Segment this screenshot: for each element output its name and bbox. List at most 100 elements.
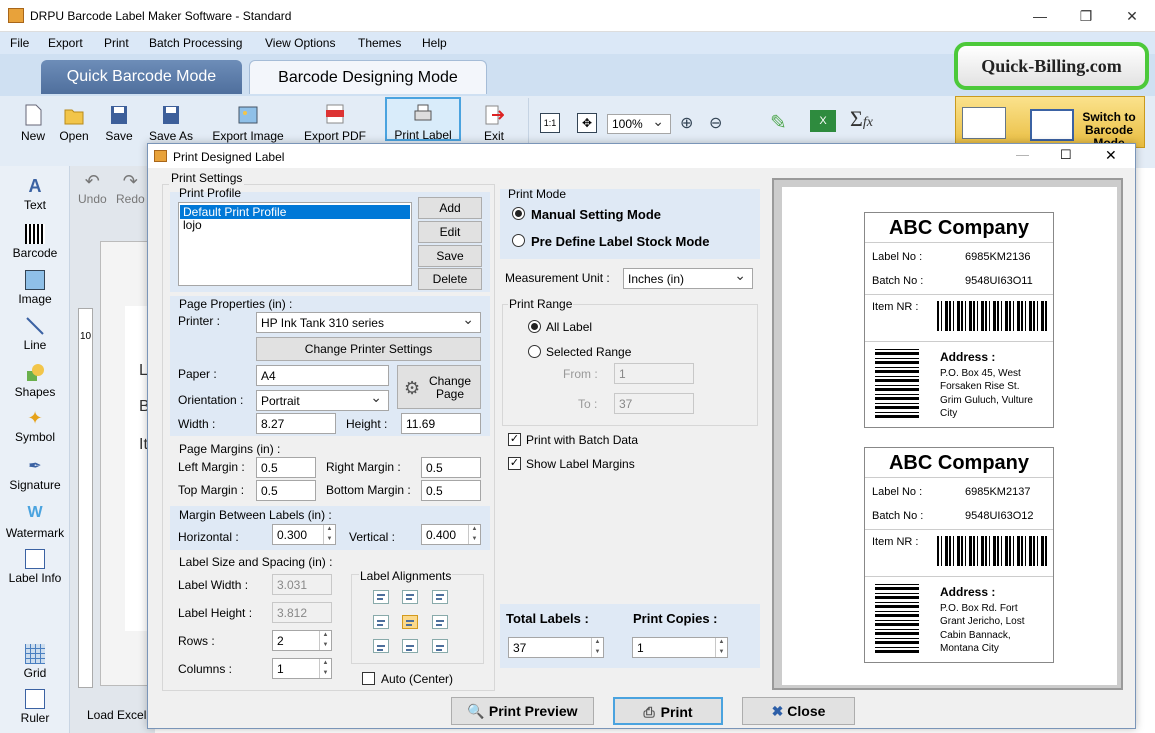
save-as-button[interactable]: Save As (144, 100, 198, 144)
horizontal-input[interactable]: 0.300 ▲ ▼ (272, 524, 336, 545)
dialog-minimize-icon[interactable]: — (1016, 147, 1029, 162)
zoom-out-icon[interactable]: ⊖ (709, 113, 722, 133)
edit-profile-button[interactable]: Edit (418, 221, 482, 243)
tool-text[interactable]: A Text (2, 176, 68, 212)
label-width-input[interactable]: 3.031 (272, 574, 332, 595)
edit-icon[interactable]: ✎ (770, 110, 787, 135)
auto-center-checkbox[interactable] (362, 672, 375, 685)
print-preview-button[interactable]: 🔍 Print Preview (451, 697, 594, 725)
height-input[interactable]: 11.69 (401, 413, 481, 434)
tool-ruler[interactable]: Ruler (2, 689, 68, 725)
vertical-spinner[interactable]: ▲ ▼ (468, 525, 480, 544)
right-margin-input[interactable]: 0.5 (421, 457, 481, 478)
dialog-maximize-icon[interactable]: ☐ (1060, 147, 1072, 163)
change-printer-settings-button[interactable]: Change Printer Settings (256, 337, 481, 361)
tool-barcode[interactable]: Barcode (2, 224, 68, 260)
vertical-input[interactable]: 0.400 ▲ ▼ (421, 524, 481, 545)
dialog-close-icon[interactable]: ✕ (1105, 147, 1117, 164)
profile-list[interactable]: Default Print Profile lojo (178, 202, 412, 286)
align-middle-right-icon[interactable] (432, 615, 448, 629)
paper-input[interactable]: A4 (256, 365, 389, 386)
fit-page-icon[interactable]: ✥ (577, 113, 597, 133)
align-middle-left-icon[interactable] (373, 615, 389, 629)
tab-quick-barcode-mode[interactable]: Quick Barcode Mode (41, 60, 242, 94)
excel-icon[interactable]: X (810, 110, 836, 132)
top-margin-input[interactable]: 0.5 (256, 480, 316, 501)
zoom-select[interactable]: 100% (607, 114, 671, 134)
menu-export[interactable]: Export (48, 36, 83, 50)
total-labels-input[interactable]: 37 ▲ ▼ (508, 637, 604, 658)
print-batch-checkbox[interactable]: ✓ (508, 433, 521, 446)
print-button[interactable]: ⎙ Print (613, 697, 723, 725)
to-input[interactable]: 37 (614, 393, 694, 414)
undo-button[interactable]: ↶ Undo (78, 171, 107, 206)
left-margin-input[interactable]: 0.5 (256, 457, 316, 478)
align-top-left-icon[interactable] (373, 590, 389, 604)
align-bottom-right-icon[interactable] (432, 639, 448, 653)
export-pdf-button[interactable]: Export PDF (298, 100, 372, 144)
new-button[interactable]: New (14, 100, 52, 144)
formula-icon[interactable]: Σfx (850, 106, 873, 132)
tab-barcode-designing-mode[interactable]: Barcode Designing Mode (249, 60, 487, 94)
manual-mode-radio[interactable] (512, 207, 525, 220)
selected-range-radio[interactable] (528, 345, 541, 358)
print-copies-spinner[interactable]: ▲ ▼ (715, 638, 727, 657)
predefine-mode-radio[interactable] (512, 234, 525, 247)
quick-billing-logo[interactable]: Quick-Billing.com (954, 42, 1149, 90)
tool-grid[interactable]: Grid (2, 644, 68, 680)
profile-item-lojo[interactable]: lojo (183, 218, 202, 232)
close-button[interactable]: ✖ Close (742, 697, 855, 725)
close-icon[interactable]: ✕ (1109, 0, 1155, 32)
rows-spinner[interactable]: ▲ ▼ (319, 631, 331, 650)
rows-input[interactable]: 2 ▲ ▼ (272, 630, 332, 651)
print-copies-input[interactable]: 1 ▲ ▼ (632, 637, 728, 658)
tool-signature[interactable]: ✒ Signature (2, 456, 68, 492)
open-button[interactable]: Open (56, 100, 92, 144)
menu-file[interactable]: File (10, 36, 29, 50)
zoom-in-icon[interactable]: ⊕ (680, 113, 693, 133)
menu-view-options[interactable]: View Options (265, 36, 335, 50)
all-label-radio[interactable] (528, 320, 541, 333)
columns-spinner[interactable]: ▲ ▼ (319, 659, 331, 678)
add-profile-button[interactable]: Add (418, 197, 482, 219)
show-margins-checkbox[interactable]: ✓ (508, 457, 521, 470)
actual-size-icon[interactable]: 1:1 (540, 113, 560, 133)
align-top-right-icon[interactable] (432, 590, 448, 604)
menu-print[interactable]: Print (104, 36, 129, 50)
tool-label-info[interactable]: Label Info (2, 549, 68, 585)
print-label-button[interactable]: Print Label (385, 97, 461, 142)
horizontal-spinner[interactable]: ▲ ▼ (323, 525, 335, 544)
menu-batch-processing[interactable]: Batch Processing (149, 36, 242, 50)
tool-shapes[interactable]: Shapes (2, 363, 68, 399)
align-bottom-center-icon[interactable] (402, 639, 418, 653)
change-page-button[interactable]: ⚙ Change Page (397, 365, 481, 409)
export-image-button[interactable]: Export Image (206, 100, 290, 144)
save-profile-button[interactable]: Save (418, 245, 482, 267)
maximize-icon[interactable]: ❐ (1063, 0, 1109, 32)
tool-line[interactable]: Line (2, 316, 68, 352)
printer-select[interactable]: HP Ink Tank 310 series (256, 312, 481, 333)
tool-watermark[interactable]: W Watermark (2, 504, 68, 540)
menu-help[interactable]: Help (422, 36, 447, 50)
total-labels-spinner[interactable]: ▲ ▼ (591, 638, 603, 657)
exit-button[interactable]: Exit (476, 100, 512, 144)
profile-item-default[interactable]: Default Print Profile (180, 205, 410, 219)
orientation-select[interactable]: Portrait (256, 390, 389, 411)
tool-image[interactable]: Image (2, 270, 68, 306)
delete-profile-button[interactable]: Delete (418, 268, 482, 290)
design-canvas[interactable]: ↶ Undo ↷ Redo 10 L B It Load Excel (70, 166, 155, 733)
menu-themes[interactable]: Themes (358, 36, 401, 50)
from-input[interactable]: 1 (614, 363, 694, 384)
bottom-margin-input[interactable]: 0.5 (421, 480, 481, 501)
switch-to-barcode-mode-button[interactable]: Switch to Barcode Mode (955, 96, 1145, 150)
align-bottom-left-icon[interactable] (373, 639, 389, 653)
align-top-center-icon[interactable] (402, 590, 418, 604)
label-height-input[interactable]: 3.812 (272, 602, 332, 623)
align-center-icon[interactable] (402, 615, 418, 629)
load-excel-label[interactable]: Load Excel (87, 708, 146, 722)
tool-symbol[interactable]: ✦ Symbol (2, 408, 68, 444)
measurement-unit-select[interactable]: Inches (in) (623, 268, 753, 289)
redo-button[interactable]: ↷ Redo (116, 171, 145, 206)
minimize-icon[interactable]: — (1017, 0, 1063, 32)
columns-input[interactable]: 1 ▲ ▼ (272, 658, 332, 679)
